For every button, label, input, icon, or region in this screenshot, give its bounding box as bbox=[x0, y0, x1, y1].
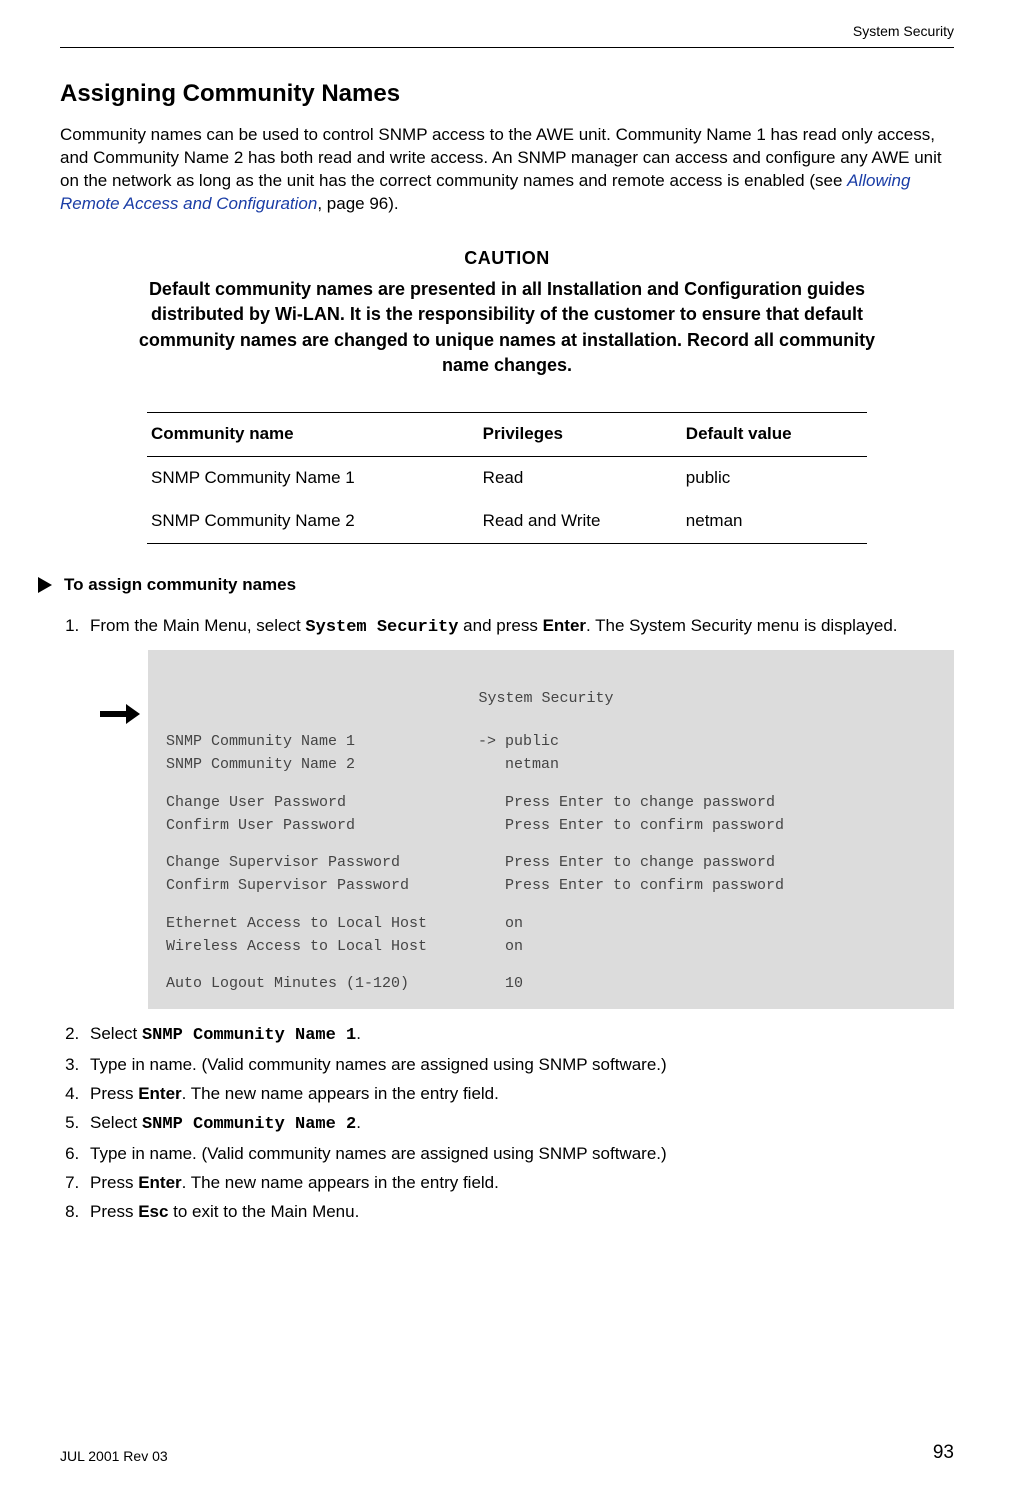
steps-list: From the Main Menu, select System Securi… bbox=[60, 615, 954, 1224]
footer-revision: JUL 2001 Rev 03 bbox=[60, 1447, 168, 1466]
step: Select SNMP Community Name 1. bbox=[84, 1023, 954, 1048]
screen-line: Ethernet Access to Local Host on bbox=[166, 912, 926, 935]
th-default-value: Default value bbox=[682, 412, 867, 456]
running-head: System Security bbox=[60, 22, 954, 48]
step-text: . bbox=[356, 1024, 361, 1043]
step: Press Enter. The new name appears in the… bbox=[84, 1172, 954, 1195]
screen-line: Confirm User Password Press Enter to con… bbox=[166, 814, 926, 837]
step-text: . bbox=[356, 1113, 361, 1132]
screen-line: SNMP Community Name 1-> public bbox=[166, 730, 926, 753]
step: From the Main Menu, select System Securi… bbox=[84, 615, 954, 1010]
ui-menu-item: SNMP Community Name 2 bbox=[142, 1115, 356, 1134]
caution-title: CAUTION bbox=[127, 246, 887, 271]
screen-line: Change User Password Press Enter to chan… bbox=[166, 791, 926, 814]
th-privileges: Privileges bbox=[479, 412, 682, 456]
step-text: . The new name appears in the entry fiel… bbox=[182, 1084, 499, 1103]
cell: public bbox=[682, 456, 867, 499]
intro-text-2: , page 96). bbox=[317, 194, 398, 213]
screen-line: Wireless Access to Local Host on bbox=[166, 935, 926, 958]
step-text: and press bbox=[458, 616, 542, 635]
step-text: . The System Security menu is displayed. bbox=[586, 616, 898, 635]
table-row: SNMP Community Name 2 Read and Write net… bbox=[147, 500, 867, 543]
step-text: Type in name. (Valid community names are… bbox=[90, 1144, 667, 1163]
step: Type in name. (Valid community names are… bbox=[84, 1143, 954, 1166]
caution-block: CAUTION Default community names are pres… bbox=[127, 246, 887, 378]
step-text: . The new name appears in the entry fiel… bbox=[182, 1173, 499, 1192]
chevron-right-icon bbox=[36, 576, 54, 594]
step: Type in name. (Valid community names are… bbox=[84, 1054, 954, 1077]
cell: SNMP Community Name 2 bbox=[147, 500, 479, 543]
screen-wrap: System Security SNMP Community Name 1-> p… bbox=[100, 650, 954, 1010]
step-text: Press bbox=[90, 1084, 138, 1103]
cell: netman bbox=[682, 500, 867, 543]
step: Press Esc to exit to the Main Menu. bbox=[84, 1201, 954, 1224]
key-esc: Esc bbox=[138, 1202, 168, 1221]
screen-line: Auto Logout Minutes (1-120) 10 bbox=[166, 972, 926, 995]
key-enter: Enter bbox=[138, 1173, 181, 1192]
table-row: SNMP Community Name 1 Read public bbox=[147, 456, 867, 499]
screen-line: Confirm Supervisor Password Press Enter … bbox=[166, 874, 926, 897]
step-text: From the Main Menu, select bbox=[90, 616, 305, 635]
ui-menu-item: SNMP Community Name 1 bbox=[142, 1026, 356, 1045]
step-text: Type in name. (Valid community names are… bbox=[90, 1055, 667, 1074]
terminal-screen: System Security SNMP Community Name 1-> p… bbox=[148, 650, 954, 1010]
step-text: Press bbox=[90, 1173, 138, 1192]
step: Press Enter. The new name appears in the… bbox=[84, 1083, 954, 1106]
screen-line: SNMP Community Name 2 netman bbox=[166, 753, 926, 776]
arrow-right-icon bbox=[100, 704, 140, 724]
key-enter: Enter bbox=[543, 616, 586, 635]
page-number: 93 bbox=[933, 1440, 954, 1466]
community-table: Community name Privileges Default value … bbox=[147, 412, 867, 544]
ui-menu-item: System Security bbox=[305, 618, 458, 637]
step-text: Select bbox=[90, 1024, 142, 1043]
th-community-name: Community name bbox=[147, 412, 479, 456]
intro-paragraph: Community names can be used to control S… bbox=[60, 124, 954, 216]
page: System Security Assigning Community Name… bbox=[0, 0, 1014, 1500]
cell: SNMP Community Name 1 bbox=[147, 456, 479, 499]
key-enter: Enter bbox=[138, 1084, 181, 1103]
screen-line: Change Supervisor Password Press Enter t… bbox=[166, 851, 926, 874]
step-text: to exit to the Main Menu. bbox=[168, 1202, 359, 1221]
screen-title: System Security bbox=[166, 687, 926, 710]
section-heading: Assigning Community Names bbox=[60, 78, 954, 110]
caution-body: Default community names are presented in… bbox=[127, 277, 887, 378]
procedure-heading-row: To assign community names bbox=[36, 574, 954, 597]
intro-text-1: Community names can be used to control S… bbox=[60, 125, 942, 190]
cell: Read bbox=[479, 456, 682, 499]
cell: Read and Write bbox=[479, 500, 682, 543]
step-text: Select bbox=[90, 1113, 142, 1132]
page-footer: JUL 2001 Rev 03 93 bbox=[60, 1440, 954, 1466]
procedure-title: To assign community names bbox=[64, 574, 296, 597]
step: Select SNMP Community Name 2. bbox=[84, 1112, 954, 1137]
step-text: Press bbox=[90, 1202, 138, 1221]
